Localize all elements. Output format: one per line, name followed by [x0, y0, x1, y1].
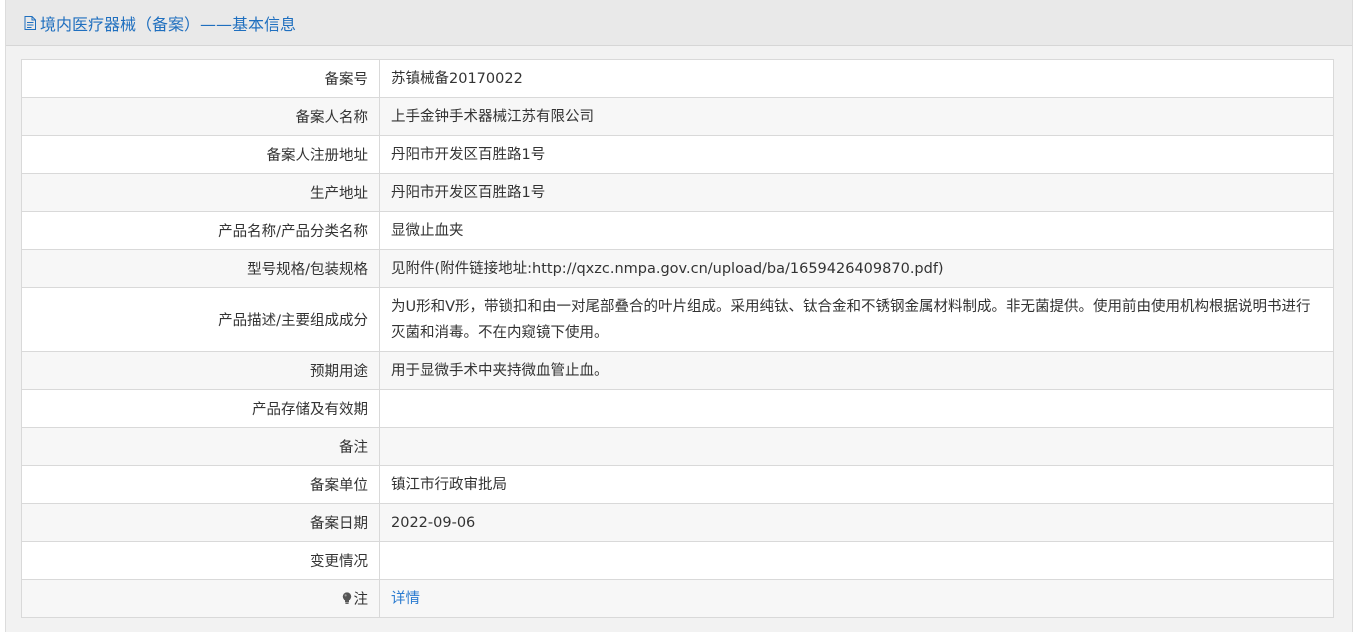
note-label-text: 注	[353, 592, 369, 608]
table-row: 备案人注册地址 丹阳市开发区百胜路1号	[21, 135, 1334, 174]
row-value: 丹阳市开发区百胜路1号	[379, 135, 1334, 174]
row-label: 备案单位	[21, 465, 380, 504]
table-row: 生产地址 丹阳市开发区百胜路1号	[21, 173, 1334, 212]
row-label: 变更情况	[21, 541, 380, 580]
table-row-note: 注 详情	[21, 579, 1334, 618]
row-label: 备案日期	[21, 503, 380, 542]
row-value: 苏镇械备20170022	[379, 59, 1334, 98]
table-row: 备注	[21, 427, 1334, 466]
row-label: 产品存储及有效期	[21, 389, 380, 428]
row-value	[379, 541, 1334, 580]
table-row: 备案单位 镇江市行政审批局	[21, 465, 1334, 504]
row-value	[379, 427, 1334, 466]
table-row: 备案人名称 上手金钟手术器械江苏有限公司	[21, 97, 1334, 136]
details-link[interactable]: 详情	[391, 591, 420, 607]
row-label: 备案人名称	[21, 97, 380, 136]
table-row: 备案号 苏镇械备20170022	[21, 59, 1334, 98]
row-value: 丹阳市开发区百胜路1号	[379, 173, 1334, 212]
row-value: 上手金钟手术器械江苏有限公司	[379, 97, 1334, 136]
row-value	[379, 389, 1334, 428]
row-value: 2022-09-06	[379, 503, 1334, 542]
row-label: 型号规格/包装规格	[21, 249, 380, 288]
table-row: 变更情况	[21, 541, 1334, 580]
page-title: 境内医疗器械（备案）——基本信息	[40, 14, 297, 34]
row-value: 为U形和V形，带锁扣和由一对尾部叠合的叶片组成。采用纯钛、钛合金和不锈钢金属材料…	[379, 287, 1334, 352]
note-value-cell: 详情	[379, 579, 1334, 618]
info-table: 备案号 苏镇械备20170022 备案人名称 上手金钟手术器械江苏有限公司 备案…	[21, 59, 1334, 618]
info-table-wrap: 备案号 苏镇械备20170022 备案人名称 上手金钟手术器械江苏有限公司 备案…	[21, 59, 1334, 618]
row-label: 生产地址	[21, 173, 380, 212]
row-label: 预期用途	[21, 351, 380, 390]
row-value: 见附件(附件链接地址:http://qxzc.nmpa.gov.cn/uploa…	[379, 249, 1334, 288]
lightbulb-icon	[342, 592, 352, 605]
row-value: 镇江市行政审批局	[379, 465, 1334, 504]
row-label: 备注	[21, 427, 380, 466]
row-label: 备案号	[21, 59, 380, 98]
panel-header: 境内医疗器械（备案）——基本信息	[6, 0, 1352, 46]
info-panel: 境内医疗器械（备案）——基本信息 备案号 苏镇械备20170022 备案人名称 …	[5, 0, 1353, 632]
table-row: 产品存储及有效期	[21, 389, 1334, 428]
document-icon	[24, 15, 36, 30]
row-label: 备案人注册地址	[21, 135, 380, 174]
table-row: 型号规格/包装规格 见附件(附件链接地址:http://qxzc.nmpa.go…	[21, 249, 1334, 288]
table-row: 预期用途 用于显微手术中夹持微血管止血。	[21, 351, 1334, 390]
table-row: 产品描述/主要组成成分 为U形和V形，带锁扣和由一对尾部叠合的叶片组成。采用纯钛…	[21, 287, 1334, 352]
row-value: 显微止血夹	[379, 211, 1334, 250]
note-label-cell: 注	[21, 579, 380, 618]
note-label: 注	[342, 588, 369, 609]
table-row: 产品名称/产品分类名称 显微止血夹	[21, 211, 1334, 250]
row-label: 产品名称/产品分类名称	[21, 211, 380, 250]
table-row: 备案日期 2022-09-06	[21, 503, 1334, 542]
row-value: 用于显微手术中夹持微血管止血。	[379, 351, 1334, 390]
row-label: 产品描述/主要组成成分	[21, 287, 380, 352]
